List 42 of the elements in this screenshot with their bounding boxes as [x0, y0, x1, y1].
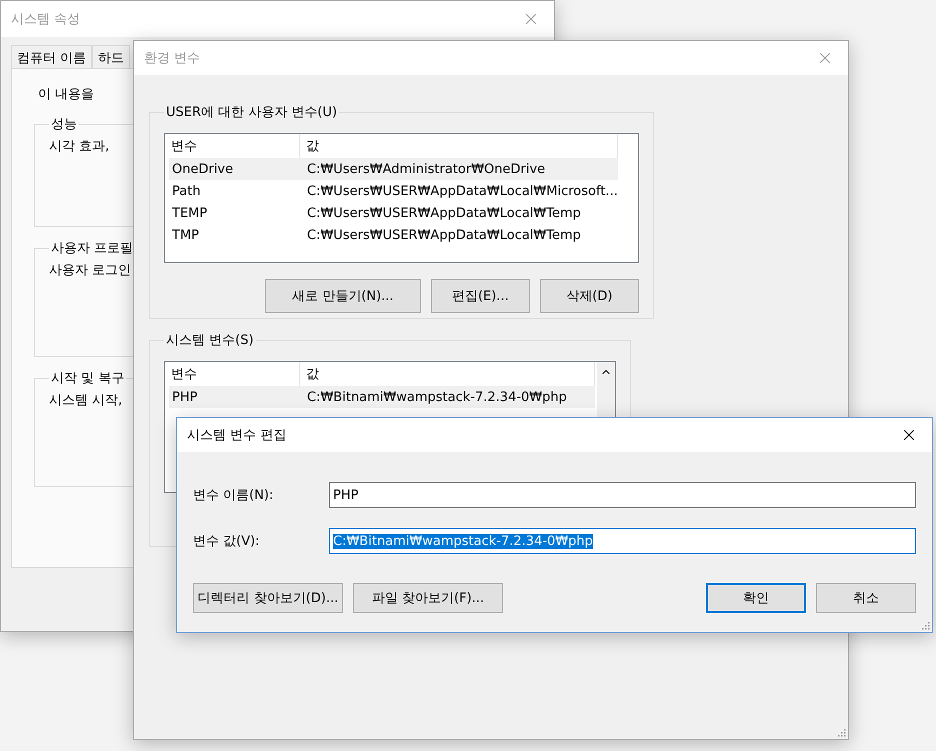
- variable-name: OneDrive: [171, 162, 234, 176]
- input-field[interactable]: PHP: [329, 482, 916, 508]
- variable-value: C:₩Users₩USER₩AppData₩Local₩Temp: [306, 228, 582, 242]
- resize-grip-icon[interactable]: [836, 727, 846, 737]
- action-button[interactable]: 편집(E)...: [430, 279, 530, 313]
- action-button[interactable]: 삭제(D): [540, 279, 639, 313]
- list-row[interactable]: Path C:₩Users₩USER₩AppData₩Local₩Microsoft...: [169, 180, 618, 202]
- group-description: 사용자 로그인: [49, 263, 132, 278]
- action-button[interactable]: 새로 만들기(N)...: [264, 279, 421, 313]
- variable-name: Path: [171, 184, 202, 198]
- variable-name: PHP: [171, 390, 198, 404]
- group-title: 사용자 프로필: [50, 240, 134, 257]
- variable-name: TEMP: [171, 206, 208, 220]
- list-row[interactable]: TEMP C:₩Users₩USER₩AppData₩Local₩Temp: [169, 202, 618, 224]
- tab[interactable]: 컴퓨터 이름: [11, 45, 92, 68]
- group-description: 시각 효과,: [49, 139, 110, 154]
- window-title: 환경 변수: [144, 50, 200, 67]
- browse-button[interactable]: 파일 찾아보기(F)...: [353, 583, 503, 613]
- window-title: 시스템 속성: [11, 11, 80, 28]
- description-text: 이 내용을: [37, 86, 96, 103]
- group-description: 시스템 시작,: [49, 393, 122, 408]
- resize-grip-icon[interactable]: [920, 620, 930, 630]
- list-row[interactable]: TMP C:₩Users₩USER₩AppData₩Local₩Temp: [169, 224, 618, 246]
- variable-name: TMP: [171, 228, 200, 242]
- variable-value: C:₩Bitnami₩wampstack-7.2.34-0₩php: [306, 390, 568, 404]
- window-title: 시스템 변수 편집: [187, 427, 286, 444]
- input-field[interactable]: C:₩Bitnami₩wampstack-7.2.34-0₩php: [329, 528, 916, 554]
- group-title: 시작 및 복구: [50, 370, 126, 387]
- field-label: 변수 이름(N):: [193, 487, 274, 504]
- browse-button[interactable]: 디렉터리 찾아보기(D)...: [193, 583, 343, 613]
- variable-value: C:₩Users₩USER₩AppData₩Local₩Microsoft...: [306, 184, 618, 198]
- tab[interactable]: 하드: [92, 45, 130, 68]
- field-label: 변수 값(V):: [193, 533, 261, 550]
- dialog-button[interactable]: 취소: [816, 583, 916, 613]
- group-title: 성능: [50, 116, 78, 133]
- group-title: 시스템 변수(S): [165, 332, 255, 349]
- list-row[interactable]: OneDrive C:₩Users₩Administrator₩OneDrive: [169, 158, 618, 180]
- group-title: USER에 대한 사용자 변수(U): [165, 104, 338, 121]
- variable-value: C:₩Users₩Administrator₩OneDrive: [306, 162, 546, 176]
- dialog-button[interactable]: 확인: [706, 583, 806, 613]
- variable-value: C:₩Users₩USER₩AppData₩Local₩Temp: [306, 206, 582, 220]
- list-row[interactable]: PHP C:₩Bitnami₩wampstack-7.2.34-0₩php: [169, 386, 595, 408]
